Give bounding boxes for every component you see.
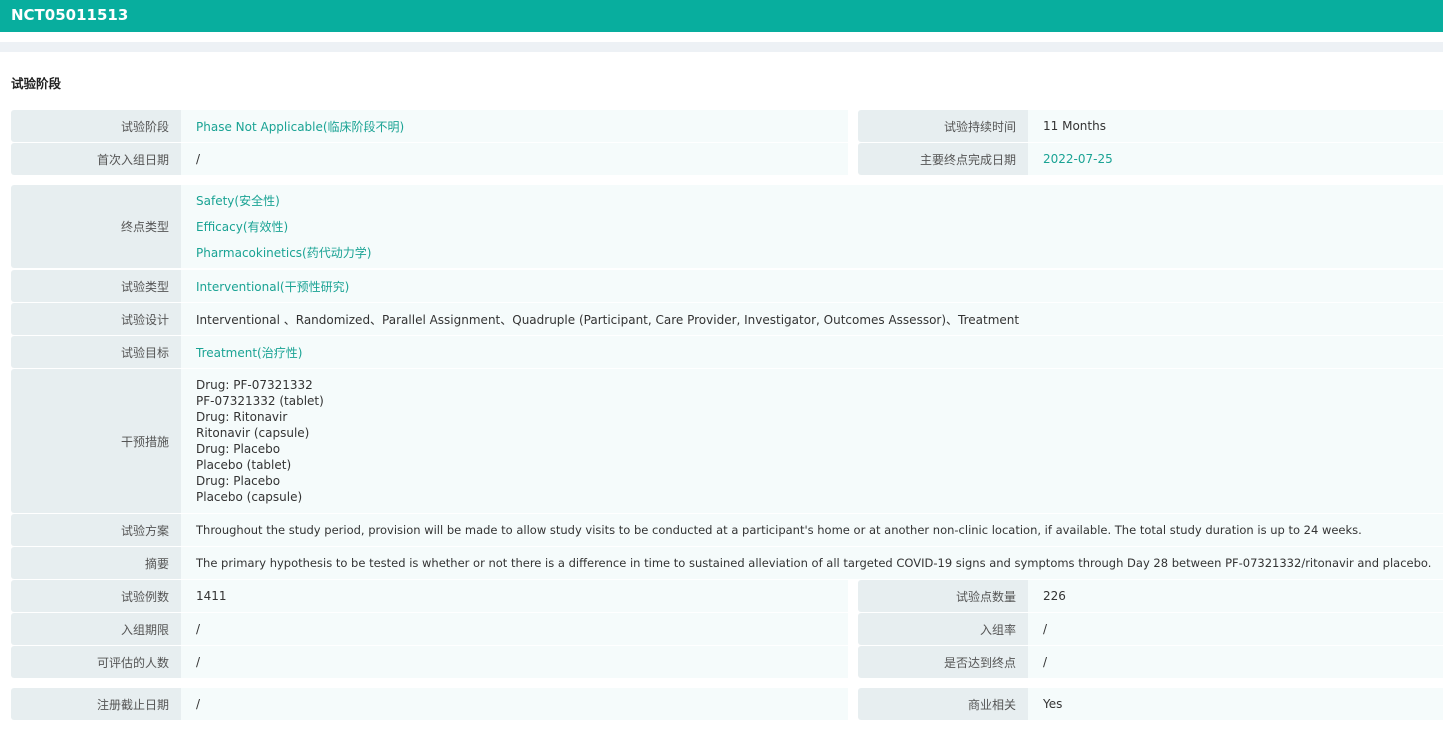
sites-value: 226 bbox=[1028, 580, 1443, 612]
design-value: Interventional 、Randomized、Parallel Assi… bbox=[181, 303, 1443, 335]
commercial-value: Yes bbox=[1028, 688, 1443, 720]
endpoint-types-list: Safety(安全性) Efficacy(有效性) Pharmacokineti… bbox=[181, 185, 1443, 268]
primary-completion-label: 主要终点完成日期 bbox=[858, 143, 1028, 175]
enrollment-value: 1411 bbox=[181, 580, 848, 612]
purpose-label: 试验目标 bbox=[11, 336, 181, 368]
intervention-item: Placebo (capsule) bbox=[196, 490, 303, 504]
enroll-rate-value: / bbox=[1028, 613, 1443, 645]
commercial-label: 商业相关 bbox=[858, 688, 1028, 720]
intervention-item: Drug: PF-07321332 bbox=[196, 378, 313, 392]
interventions-label: 干预措施 bbox=[11, 369, 181, 513]
page-title: NCT05011513 bbox=[0, 0, 1443, 32]
intervention-item: PF-07321332 (tablet) bbox=[196, 394, 324, 408]
intervention-item: Drug: Ritonavir bbox=[196, 410, 288, 424]
reg-deadline-value: / bbox=[181, 688, 848, 720]
endpoint-met-value: / bbox=[1028, 646, 1443, 678]
enroll-period-value: / bbox=[181, 613, 848, 645]
endpoint-type-item[interactable]: Safety(安全性) bbox=[196, 188, 280, 214]
study-type-label: 试验类型 bbox=[11, 270, 181, 302]
evaluable-label: 可评估的人数 bbox=[11, 646, 181, 678]
primary-completion-value[interactable]: 2022-07-25 bbox=[1028, 143, 1443, 175]
endpoint-types-label: 终点类型 bbox=[11, 185, 181, 268]
phase-label: 试验阶段 bbox=[11, 110, 181, 142]
study-type-value[interactable]: Interventional(干预性研究) bbox=[181, 270, 1443, 302]
duration-label: 试验持续时间 bbox=[858, 110, 1028, 142]
endpoint-type-item[interactable]: Efficacy(有效性) bbox=[196, 214, 288, 240]
purpose-value[interactable]: Treatment(治疗性) bbox=[181, 336, 1443, 368]
sites-label: 试验点数量 bbox=[858, 580, 1028, 612]
intervention-item: Drug: Placebo bbox=[196, 474, 281, 488]
phase-value[interactable]: Phase Not Applicable(临床阶段不明) bbox=[181, 110, 848, 142]
design-label: 试验设计 bbox=[11, 303, 181, 335]
plan-value: Throughout the study period, provision w… bbox=[181, 514, 1443, 546]
divider-strip bbox=[0, 42, 1443, 52]
duration-value: 11 Months bbox=[1028, 110, 1443, 142]
endpoint-type-item[interactable]: Pharmacokinetics(药代动力学) bbox=[196, 240, 371, 266]
enroll-period-label: 入组期限 bbox=[11, 613, 181, 645]
interventions-list: Drug: PF-07321332 PF-07321332 (tablet) D… bbox=[181, 369, 1443, 513]
enroll-rate-label: 入组率 bbox=[858, 613, 1028, 645]
endpoint-met-label: 是否达到终点 bbox=[858, 646, 1028, 678]
plan-label: 试验方案 bbox=[11, 514, 181, 546]
reg-deadline-label: 注册截止日期 bbox=[11, 688, 181, 720]
intervention-item: Ritonavir (capsule) bbox=[196, 426, 310, 440]
section-title: 试验阶段 bbox=[11, 76, 62, 91]
enrollment-label: 试验例数 bbox=[11, 580, 181, 612]
summary-value: The primary hypothesis to be tested is w… bbox=[181, 547, 1443, 579]
intervention-item: Drug: Placebo bbox=[196, 442, 281, 456]
evaluable-value: / bbox=[181, 646, 848, 678]
first-enroll-value: / bbox=[181, 143, 848, 175]
first-enroll-label: 首次入组日期 bbox=[11, 143, 181, 175]
summary-label: 摘要 bbox=[11, 547, 181, 579]
intervention-item: Placebo (tablet) bbox=[196, 458, 292, 472]
